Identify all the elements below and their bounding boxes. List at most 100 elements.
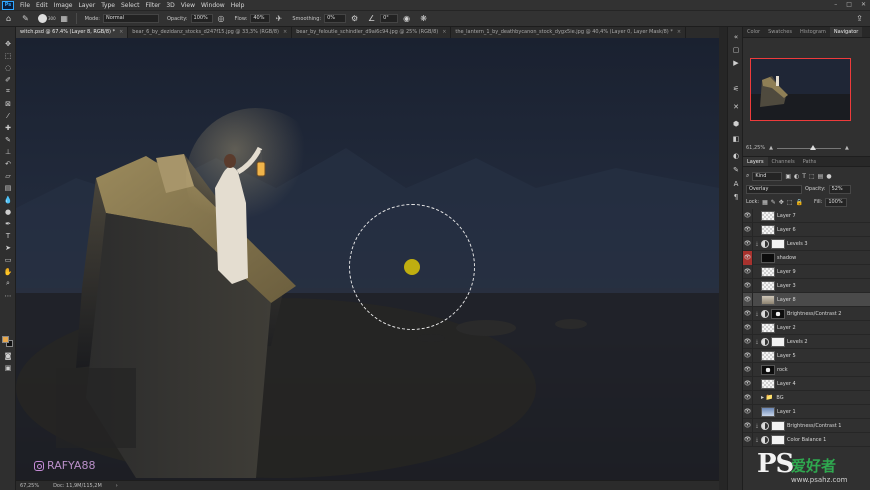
visibility-eye-icon[interactable]: 👁	[743, 432, 753, 447]
hand-tool-icon[interactable]: ✋	[3, 267, 13, 276]
filter-kind-select[interactable]: Kind	[752, 171, 783, 181]
move-tool-icon[interactable]: ✥	[3, 39, 13, 48]
tab-witch[interactable]: witch.psd @ 67.4% (Layer 8, RGB/8) * ×	[16, 27, 129, 38]
layer-row[interactable]: 👁 Layer 3	[743, 278, 870, 293]
pen-tool-icon[interactable]: ✒	[3, 219, 13, 228]
tab-bear-6[interactable]: bear_6_by_dezidanz_stocks_d247f15.jpg @ …	[128, 27, 293, 38]
angle-field[interactable]: 0°	[380, 14, 399, 23]
layer-fill-field[interactable]: 100%	[825, 197, 848, 207]
menu-window[interactable]: Window	[198, 2, 228, 9]
pressure-size-icon[interactable]: ◉	[401, 13, 412, 24]
zoom-slider[interactable]	[776, 144, 841, 150]
visibility-eye-icon[interactable]: 👁	[743, 376, 753, 391]
layer-row[interactable]: 👁 Layer 2	[743, 320, 870, 335]
layer-row[interactable]: 👁 ⤓ Color Balance 1	[743, 432, 870, 447]
visibility-eye-icon[interactable]: 👁	[743, 264, 753, 279]
visibility-eye-icon[interactable]: 👁	[743, 390, 753, 405]
visibility-eye-icon[interactable]: 👁	[743, 320, 753, 335]
tab-histogram[interactable]: Histogram	[796, 27, 830, 37]
layer-row[interactable]: 👁 Layer 5	[743, 348, 870, 363]
foreground-color-swatch[interactable]	[2, 336, 9, 343]
layer-row[interactable]: 👁 Layer 6	[743, 222, 870, 237]
zoom-in-icon[interactable]: ▲	[845, 145, 849, 151]
more-tools-icon[interactable]: ⋯	[3, 291, 13, 300]
history-icon[interactable]: ▢	[731, 45, 741, 55]
lock-artboard-icon[interactable]: ⬚	[787, 199, 793, 206]
tab-close-icon[interactable]: ×	[119, 29, 123, 35]
layer-row[interactable]: 👁 rock	[743, 362, 870, 377]
filter-adjustment-icon[interactable]: ◐	[794, 173, 799, 180]
visibility-eye-icon[interactable]: 👁	[743, 278, 753, 293]
tab-close-icon[interactable]: ×	[442, 29, 446, 35]
lock-image-icon[interactable]: ✎	[771, 199, 776, 206]
layer-row[interactable]: 👁 ⤓ Levels 2	[743, 334, 870, 349]
brush-settings-icon[interactable]: ▦	[59, 13, 70, 24]
document-canvas[interactable]: RAFYA88	[16, 38, 719, 480]
character-icon[interactable]: A	[731, 179, 741, 189]
properties-icon[interactable]: ⚟	[731, 84, 741, 94]
brush-preset-picker[interactable]	[37, 13, 48, 24]
menu-type[interactable]: Type	[98, 2, 118, 9]
tab-swatches[interactable]: Swatches	[764, 27, 796, 37]
symmetry-icon[interactable]: ❋	[418, 13, 429, 24]
layer-row[interactable]: 👁 Layer 9	[743, 264, 870, 279]
eyedropper-tool-icon[interactable]: ⁄	[3, 111, 13, 120]
layer-row[interactable]: 👁 ⤓ Levels 3	[743, 236, 870, 251]
opacity-field[interactable]: 100%	[190, 14, 213, 23]
history-brush-tool-icon[interactable]: ↶	[3, 159, 13, 168]
menu-filter[interactable]: Filter	[143, 2, 164, 9]
lock-position-icon[interactable]: ✥	[779, 199, 784, 206]
flow-field[interactable]: 40%	[250, 14, 271, 23]
visibility-eye-icon[interactable]: 👁	[743, 292, 753, 307]
menu-layer[interactable]: Layer	[75, 2, 98, 9]
zoom-slider-thumb[interactable]	[809, 144, 816, 150]
crop-tool-icon[interactable]: ⌗	[3, 87, 13, 96]
paragraph-icon[interactable]: ¶	[731, 192, 741, 202]
brushes-icon[interactable]: ✎	[731, 165, 741, 175]
filter-type-icon[interactable]: T	[802, 173, 806, 180]
healing-brush-tool-icon[interactable]: ✚	[3, 123, 13, 132]
marquee-tool-icon[interactable]: ⬚	[3, 51, 13, 60]
close-icon[interactable]: ✕	[861, 1, 866, 8]
airbrush-icon[interactable]: ✈	[273, 13, 284, 24]
blur-tool-icon[interactable]: 💧	[3, 195, 13, 204]
lasso-tool-icon[interactable]: ◌	[3, 63, 13, 72]
layer-row[interactable]: 👁 Layer 7	[743, 208, 870, 223]
tab-color[interactable]: Color	[743, 27, 764, 37]
mode-select[interactable]: Normal	[102, 14, 159, 23]
visibility-eye-icon[interactable]: 👁	[743, 236, 753, 251]
menu-view[interactable]: View	[178, 2, 198, 9]
menu-select[interactable]: Select	[118, 2, 143, 9]
tab-bear-felsutle[interactable]: bear_by_feloutle_schindler_d9ai6c94.jpg …	[292, 27, 452, 38]
status-arrow-icon[interactable]: ›	[116, 483, 118, 489]
lock-all-icon[interactable]: 🔒	[796, 199, 803, 206]
tab-close-icon[interactable]: ×	[283, 29, 287, 35]
menu-edit[interactable]: Edit	[33, 2, 51, 9]
gradient-tool-icon[interactable]: ▤	[3, 183, 13, 192]
visibility-eye-icon[interactable]: 👁	[743, 362, 753, 377]
layer-row[interactable]: 👁 Layer 4	[743, 376, 870, 391]
menu-image[interactable]: Image	[51, 2, 76, 9]
rectangle-tool-icon[interactable]: ▭	[3, 255, 13, 264]
tab-paths[interactable]: Paths	[799, 157, 821, 166]
zoom-out-icon[interactable]: ▲	[769, 145, 773, 151]
screen-mode-icon[interactable]: ▣	[3, 363, 13, 372]
maximize-icon[interactable]: □	[846, 1, 852, 8]
visibility-eye-icon[interactable]: 👁	[743, 306, 753, 321]
adjustments-icon[interactable]: ✕	[731, 102, 741, 112]
layer-opacity-field[interactable]: 52%	[828, 184, 851, 194]
home-icon[interactable]: ⌂	[3, 13, 14, 24]
status-zoom[interactable]: 67,25%	[20, 483, 39, 489]
lock-transparency-icon[interactable]: ▦	[762, 199, 768, 206]
filter-shape-icon[interactable]: ⬚	[809, 173, 815, 180]
brush-tool-icon[interactable]: ✎	[20, 13, 31, 24]
layer-row[interactable]: 👁 Layer 1	[743, 404, 870, 419]
visibility-eye-icon[interactable]: 👁	[743, 334, 753, 349]
tab-lantern[interactable]: the_lantern_1_by_deathbycanon_stock_dygx…	[451, 27, 687, 38]
blend-mode-select[interactable]: Overlay	[746, 184, 802, 194]
visibility-eye-icon[interactable]: 👁	[743, 348, 753, 363]
navigator-view-box[interactable]	[750, 58, 851, 121]
collapse-panels-icon[interactable]: «	[731, 32, 741, 42]
filter-toggle-icon[interactable]: ●	[826, 173, 831, 180]
tab-close-icon[interactable]: ×	[677, 29, 681, 35]
